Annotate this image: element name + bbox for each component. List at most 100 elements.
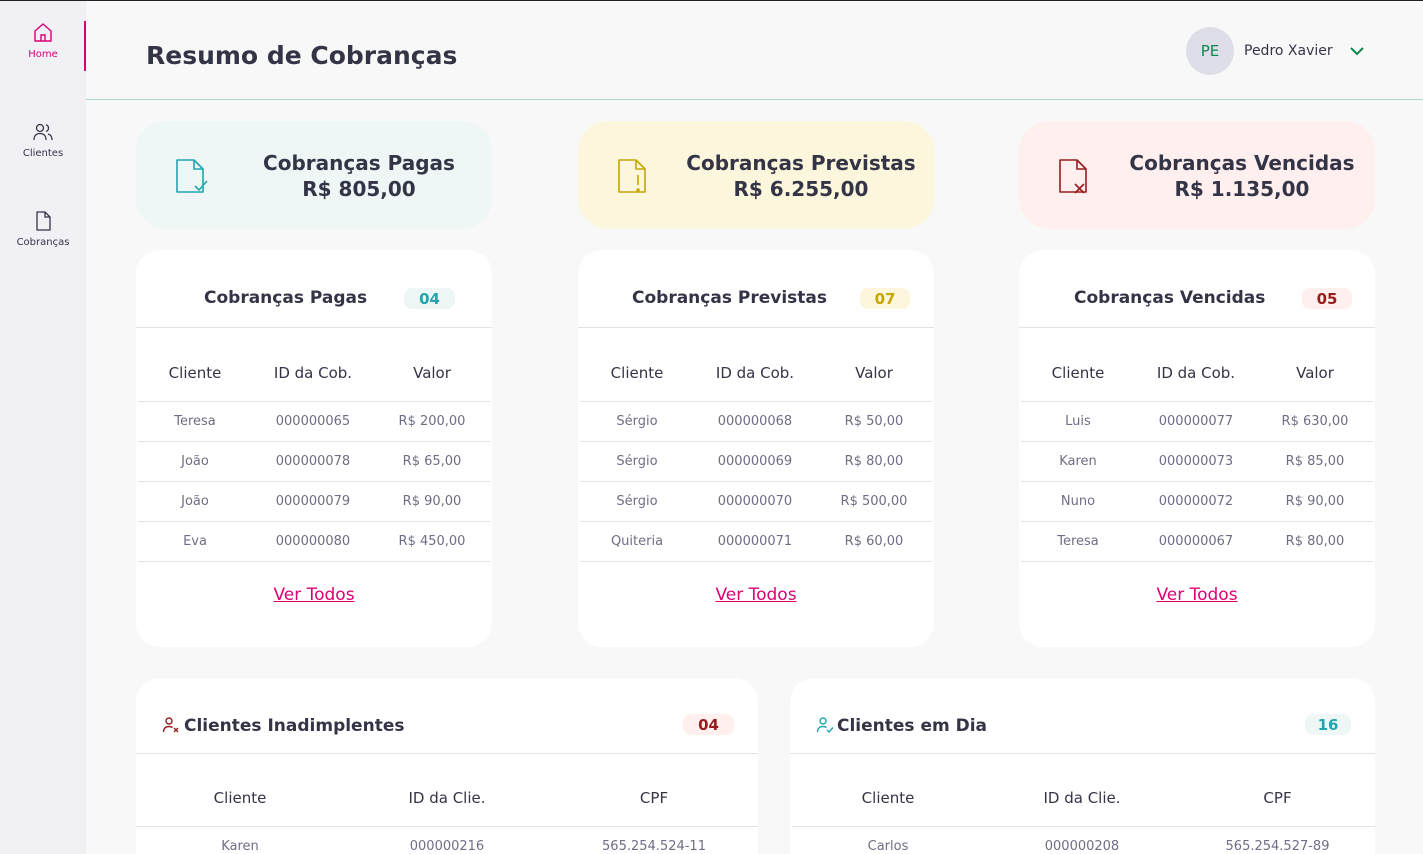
table-row[interactable]: João 000000079 R$ 90,00 — [138, 480, 490, 521]
view-all-link[interactable]: Ver Todos — [578, 585, 934, 605]
defaulters-table: Cliente ID da Clie. CPF Karen 000000216 56… — [136, 754, 758, 854]
id-cell: 000000067 — [1135, 520, 1257, 562]
header: Resumo de Cobranças PE Pedro Xavier — [86, 1, 1423, 100]
user-menu[interactable]: PE Pedro Xavier — [1186, 27, 1365, 75]
table-row[interactable]: Nuno 000000072 R$ 90,00 — [1021, 480, 1373, 521]
value-cell: R$ 50,00 — [816, 400, 932, 441]
id-cell: 000000070 — [694, 480, 816, 521]
value-cell: R$ 85,00 — [1257, 440, 1373, 481]
column-header: ID da Clie. — [1043, 788, 1121, 807]
column-header: Cliente — [861, 788, 915, 807]
expected-charges-card: Cobranças Previstas 07 Cliente ID da Cob… — [578, 250, 934, 647]
id-cell: 000000072 — [1135, 480, 1257, 521]
client-cell: João — [138, 480, 252, 521]
table-header-row: Cliente ID da Cob. Valor — [138, 329, 490, 401]
document-check-icon — [176, 159, 208, 193]
cpf-cell: 565.254.527-89 — [1180, 825, 1375, 854]
id-cell: 000000078 — [252, 440, 374, 481]
column-header: Cliente — [1051, 363, 1105, 382]
value-cell: R$ 90,00 — [1257, 480, 1373, 521]
card-header: Cobranças Pagas 04 — [136, 250, 492, 328]
column-header: Cliente — [168, 363, 222, 382]
table-header-row: Cliente ID da Clie. CPF — [792, 754, 1375, 826]
count-badge: 04 — [404, 288, 455, 309]
chevron-down-icon[interactable] — [1349, 43, 1365, 59]
column-header: Valor — [413, 363, 451, 382]
table-row[interactable]: João 000000078 R$ 65,00 — [138, 440, 490, 481]
sidebar-item-label: Clientes — [22, 148, 64, 159]
card-title: Cobranças Vencidas — [1074, 288, 1266, 308]
card-title: Clientes em Dia — [837, 716, 988, 736]
summary-title: Cobranças Pagas — [263, 151, 455, 175]
summary-title: Cobranças Vencidas — [1129, 151, 1355, 175]
summary-value: R$ 805,00 — [302, 177, 416, 201]
card-title: Cobranças Previstas — [632, 288, 827, 308]
client-cell: Sérgio — [580, 440, 694, 481]
column-header: ID da Cob. — [1156, 363, 1236, 382]
card-header: Cobranças Vencidas 05 — [1019, 250, 1375, 328]
card-header: Cobranças Previstas 07 — [578, 250, 934, 328]
client-cell: Karen — [1021, 440, 1135, 481]
summary-card-expected: Cobranças Previstas R$ 6.255,00 — [578, 121, 934, 229]
table-row[interactable]: Luis 000000077 R$ 630,00 — [1021, 400, 1373, 441]
page-title: Resumo de Cobranças — [146, 41, 458, 70]
table-row[interactable]: Karen 000000216 565.254.524-11 — [136, 825, 758, 854]
user-name: Pedro Xavier — [1244, 43, 1333, 59]
client-cell: Teresa — [138, 400, 252, 441]
id-cell: 000000079 — [252, 480, 374, 521]
view-all-link[interactable]: Ver Todos — [1019, 585, 1375, 605]
card-title: Clientes Inadimplentes — [184, 716, 405, 736]
value-cell: R$ 90,00 — [374, 480, 490, 521]
value-cell: R$ 80,00 — [816, 440, 932, 481]
table-row[interactable]: Quiteria 000000071 R$ 60,00 — [580, 520, 932, 562]
paid-charges-table: Cliente ID da Cob. Valor Teresa 000000065… — [138, 329, 490, 562]
value-cell: R$ 500,00 — [816, 480, 932, 521]
table-row[interactable]: Sérgio 000000069 R$ 80,00 — [580, 440, 932, 481]
defaulters-card: Clientes Inadimplentes 04 Cliente ID da … — [136, 678, 758, 854]
document-alert-icon — [618, 159, 646, 193]
sidebar-item-cobrancas[interactable]: Cobranças — [0, 209, 86, 279]
client-cell: Luis — [1021, 400, 1135, 441]
value-cell: R$ 80,00 — [1257, 520, 1373, 562]
overdue-charges-card: Cobranças Vencidas 05 Cliente ID da Cob.… — [1019, 250, 1375, 647]
sidebar-item-label: Cobranças — [16, 237, 70, 248]
client-cell: João — [138, 440, 252, 481]
column-header: CPF — [639, 788, 669, 807]
up-to-date-table: Cliente ID da Clie. CPF Carlos 000000208 5… — [792, 754, 1375, 854]
table-row[interactable]: Carlos 000000208 565.254.527-89 — [792, 825, 1375, 854]
summary-value: R$ 6.255,00 — [733, 177, 869, 201]
column-header: Cliente — [610, 363, 664, 382]
card-header: Clientes em Dia 16 — [790, 678, 1375, 754]
value-cell: R$ 200,00 — [374, 400, 490, 441]
id-cell: 000000080 — [252, 520, 374, 562]
client-cell: Sérgio — [580, 400, 694, 441]
user-x-icon — [162, 717, 179, 733]
table-header-row: Cliente ID da Cob. Valor — [580, 329, 932, 401]
view-all-link[interactable]: Ver Todos — [136, 585, 492, 605]
id-cell: 000000068 — [694, 400, 816, 441]
table-row[interactable]: Teresa 000000067 R$ 80,00 — [1021, 520, 1373, 562]
table-row[interactable]: Sérgio 000000070 R$ 500,00 — [580, 480, 932, 521]
document-icon — [36, 211, 51, 231]
home-icon — [34, 23, 52, 42]
client-cell: Teresa — [1021, 520, 1135, 562]
table-row[interactable]: Sérgio 000000068 R$ 50,00 — [580, 400, 932, 441]
count-badge: 05 — [1302, 288, 1352, 309]
sidebar-item-home[interactable]: Home — [0, 21, 86, 91]
sidebar-item-clientes[interactable]: Clientes — [0, 120, 86, 190]
column-header: ID da Cob. — [273, 363, 353, 382]
table-header-row: Cliente ID da Cob. Valor — [1021, 329, 1373, 401]
avatar[interactable]: PE — [1186, 27, 1234, 75]
table-row[interactable]: Teresa 000000065 R$ 200,00 — [138, 400, 490, 441]
table-row[interactable]: Eva 000000080 R$ 450,00 — [138, 520, 490, 562]
table-row[interactable]: Karen 000000073 R$ 85,00 — [1021, 440, 1373, 481]
client-cell: Sérgio — [580, 480, 694, 521]
paid-charges-card: Cobranças Pagas 04 Cliente ID da Cob. Va… — [136, 250, 492, 647]
id-cell: 000000216 — [344, 825, 550, 854]
card-header: Clientes Inadimplentes 04 — [136, 678, 758, 754]
up-to-date-card: Clientes em Dia 16 Cliente ID da Clie. C… — [790, 678, 1375, 854]
cpf-cell: 565.254.524-11 — [550, 825, 758, 854]
column-header: Cliente — [213, 788, 267, 807]
client-cell: Eva — [138, 520, 252, 562]
summary-card-paid: Cobranças Pagas R$ 805,00 — [136, 121, 492, 229]
